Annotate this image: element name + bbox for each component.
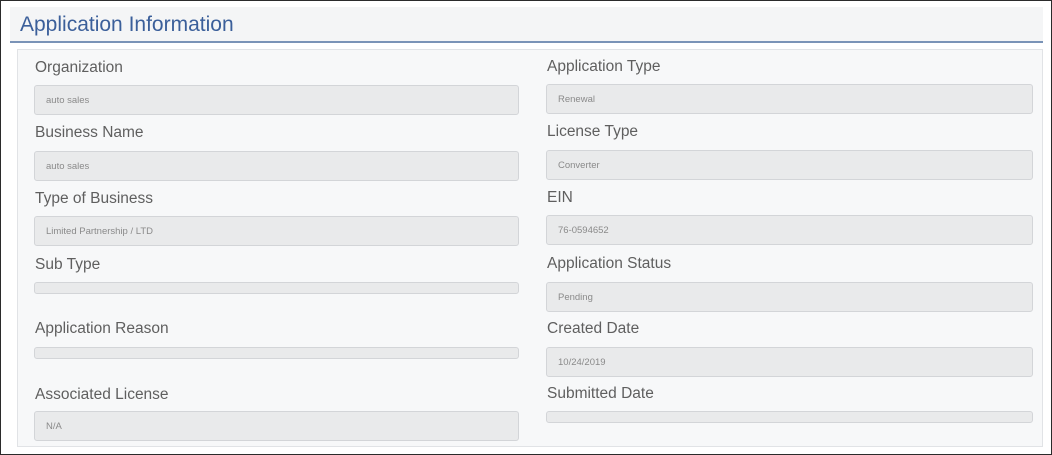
created-date-field[interactable]: 10/24/2019 [546,347,1033,377]
type-of-business-label: Type of Business [35,190,154,207]
business-name-label: Business Name [35,124,144,141]
associated-license-field[interactable]: N/A [34,411,519,441]
license-type-label: License Type [547,123,639,140]
organization-label: Organization [35,59,123,76]
ein-label: EIN [547,189,573,206]
application-status-field[interactable]: Pending [546,282,1033,312]
application-type-label: Application Type [547,58,661,75]
license-type-field[interactable]: Converter [546,150,1033,180]
sub-type-label: Sub Type [35,256,101,273]
panel-header: Application Information [10,7,1043,43]
submitted-date-label: Submitted Date [547,385,654,402]
ein-field[interactable]: 76-0594652 [546,215,1033,245]
created-date-label: Created Date [547,320,640,337]
application-reason-field[interactable] [34,347,519,359]
type-of-business-field[interactable]: Limited Partnership / LTD [34,216,519,246]
sub-type-field[interactable] [34,282,519,294]
business-name-field[interactable]: auto sales [34,151,519,181]
associated-license-label: Associated License [35,386,169,403]
application-status-label: Application Status [547,255,672,272]
application-info-window: Application Information Organization aut… [0,0,1052,455]
organization-field[interactable]: auto sales [34,85,519,115]
panel-title: Application Information [20,13,234,36]
application-type-field[interactable]: Renewal [546,84,1033,114]
application-reason-label: Application Reason [35,320,169,337]
submitted-date-field[interactable] [546,411,1033,423]
